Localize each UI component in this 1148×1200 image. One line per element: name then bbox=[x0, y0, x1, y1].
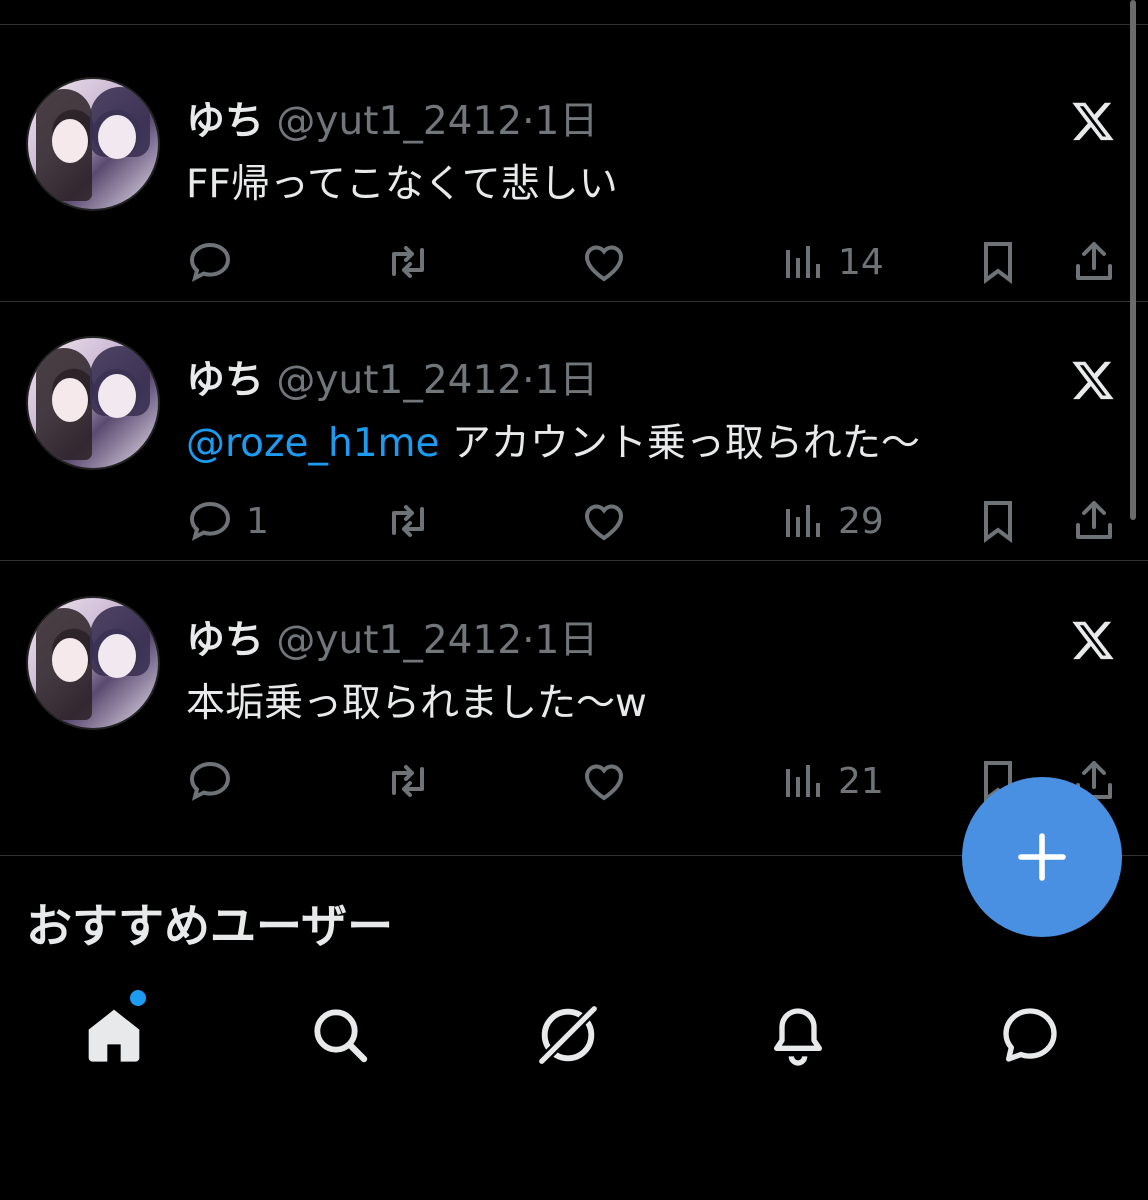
nav-notifications[interactable] bbox=[758, 990, 838, 1080]
reply-button[interactable] bbox=[186, 236, 246, 288]
reply-count: 1 bbox=[246, 500, 269, 542]
x-logo-icon bbox=[1072, 361, 1114, 400]
like-button[interactable] bbox=[580, 755, 628, 807]
tweet-text: @roze_h1me アカウント乗っ取られた〜 bbox=[186, 419, 920, 469]
reply-button[interactable]: 1 bbox=[186, 495, 269, 547]
reply-icon bbox=[189, 501, 231, 541]
views-button[interactable]: 21 bbox=[778, 755, 884, 807]
tweet-header: ゆち @yut1_2412·1日 bbox=[186, 98, 598, 146]
retweet-button[interactable] bbox=[384, 236, 432, 288]
views-count: 29 bbox=[838, 500, 884, 542]
like-button[interactable] bbox=[580, 236, 628, 288]
user-handle[interactable]: @yut1_2412 bbox=[276, 99, 522, 144]
tweet[interactable]: ゆち @yut1_2412·1日 @roze_h1me アカウント乗っ取られた〜… bbox=[0, 283, 1148, 543]
notification-dot bbox=[130, 990, 146, 1006]
user-handle[interactable]: @yut1_2412 bbox=[276, 358, 522, 403]
views-button[interactable]: 14 bbox=[778, 236, 884, 288]
x-logo-icon bbox=[1072, 621, 1114, 660]
tweet-text: 本垢乗っ取られました〜w bbox=[186, 679, 647, 729]
mention-link[interactable]: @roze_h1me bbox=[186, 421, 440, 466]
bell-icon bbox=[774, 1008, 822, 1066]
reply-icon bbox=[189, 242, 231, 282]
views-icon bbox=[786, 505, 820, 537]
tweet-actions: 21 bbox=[0, 755, 1148, 807]
separator-dot: · bbox=[522, 358, 535, 403]
views-button[interactable]: 29 bbox=[778, 495, 884, 547]
tweet-body: アカウント乗っ取られた〜 bbox=[439, 421, 920, 466]
tweet-text: FF帰ってこなくて悲しい bbox=[186, 160, 618, 210]
share-icon bbox=[1076, 501, 1112, 539]
views-icon bbox=[786, 246, 820, 278]
tweet-body: 本垢乗っ取られました〜w bbox=[186, 681, 647, 726]
display-name[interactable]: ゆち bbox=[186, 99, 264, 144]
bottom-nav bbox=[0, 990, 1148, 1080]
bookmark-icon bbox=[984, 242, 1012, 284]
user-handle[interactable]: @yut1_2412 bbox=[276, 618, 522, 663]
bookmark-button[interactable] bbox=[974, 495, 1022, 547]
like-icon bbox=[584, 245, 624, 282]
bookmark-icon bbox=[984, 501, 1012, 543]
tweet-body: FF帰ってこなくて悲しい bbox=[186, 162, 618, 207]
compose-button[interactable] bbox=[962, 777, 1122, 937]
timestamp[interactable]: 1日 bbox=[534, 618, 598, 663]
like-button[interactable] bbox=[580, 495, 628, 547]
grok-icon bbox=[535, 1005, 598, 1068]
reply-button[interactable] bbox=[186, 755, 246, 807]
nav-home[interactable] bbox=[74, 990, 154, 1080]
search-icon bbox=[314, 1009, 368, 1063]
share-button[interactable] bbox=[1070, 495, 1118, 547]
retweet-button[interactable] bbox=[384, 755, 432, 807]
nav-grok[interactable] bbox=[528, 990, 608, 1080]
share-icon bbox=[1076, 242, 1112, 280]
tweet[interactable]: ゆち @yut1_2412·1日 FF帰ってこなくて悲しい 14 bbox=[0, 24, 1148, 284]
tweet-actions: 14 bbox=[0, 236, 1148, 288]
like-icon bbox=[584, 764, 624, 801]
avatar[interactable] bbox=[26, 336, 160, 470]
views-count: 21 bbox=[838, 760, 884, 802]
tweet-header: ゆち @yut1_2412·1日 bbox=[186, 357, 598, 405]
nav-messages[interactable] bbox=[990, 990, 1070, 1080]
bookmark-button[interactable] bbox=[974, 236, 1022, 288]
retweet-icon bbox=[392, 505, 424, 537]
recommended-users-heading: おすすめユーザー bbox=[26, 899, 394, 953]
retweet-icon bbox=[392, 765, 424, 797]
display-name[interactable]: ゆち bbox=[186, 358, 264, 403]
timestamp[interactable]: 1日 bbox=[534, 358, 598, 403]
scrollbar[interactable] bbox=[1130, 0, 1136, 520]
avatar[interactable] bbox=[26, 596, 160, 730]
tweet-header: ゆち @yut1_2412·1日 bbox=[186, 617, 598, 665]
separator-dot: · bbox=[522, 618, 535, 663]
views-icon bbox=[786, 765, 820, 797]
retweet-icon bbox=[392, 246, 424, 278]
display-name[interactable]: ゆち bbox=[186, 618, 264, 663]
plus-icon bbox=[1018, 833, 1066, 881]
share-button[interactable] bbox=[1070, 236, 1118, 288]
reply-icon bbox=[189, 761, 231, 801]
timestamp[interactable]: 1日 bbox=[534, 99, 598, 144]
x-logo-icon bbox=[1072, 102, 1114, 141]
home-icon bbox=[88, 1009, 140, 1062]
separator-dot: · bbox=[522, 99, 535, 144]
like-icon bbox=[584, 504, 624, 541]
nav-search[interactable] bbox=[300, 990, 380, 1080]
avatar[interactable] bbox=[26, 77, 160, 211]
tweet-actions: 1 29 bbox=[0, 495, 1148, 547]
views-count: 14 bbox=[838, 241, 884, 283]
message-icon bbox=[1003, 1008, 1057, 1062]
retweet-button[interactable] bbox=[384, 495, 432, 547]
tweet[interactable]: ゆち @yut1_2412·1日 本垢乗っ取られました〜w 21 bbox=[0, 543, 1148, 803]
